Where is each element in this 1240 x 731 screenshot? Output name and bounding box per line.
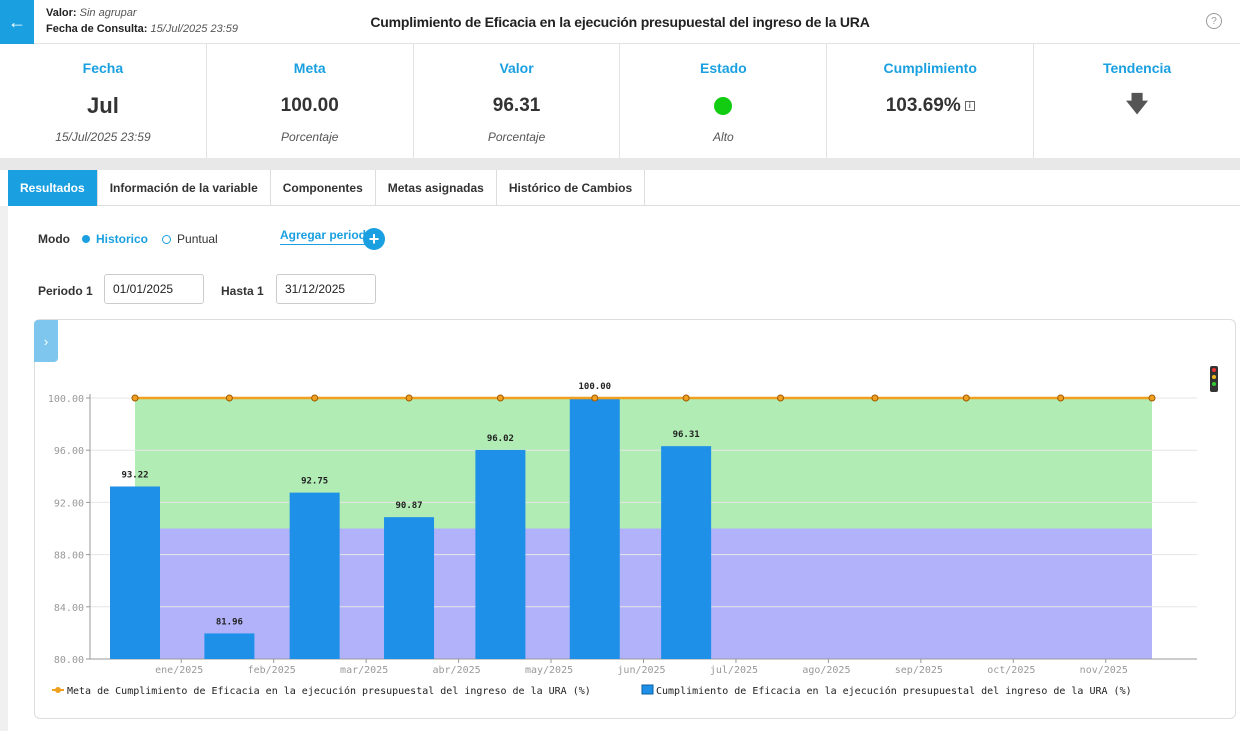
meta-point: [777, 394, 785, 402]
x-tick-label: feb/2025: [248, 665, 296, 676]
x-tick-label: mar/2025: [340, 665, 388, 676]
meta-point: [871, 394, 879, 402]
legend-meta-label: Meta de Cumplimiento de Eficacia en la e…: [67, 685, 591, 697]
legend-bar-swatch: [641, 684, 654, 695]
meta-point: [496, 394, 504, 402]
threshold-band-1: [135, 528, 1152, 659]
meta-point: [1057, 394, 1065, 402]
bar-data-label: 96.31: [673, 430, 700, 440]
legend-meta-marker: [55, 687, 61, 693]
meta-point: [131, 394, 139, 402]
bar: [569, 398, 620, 659]
x-tick-label: ago/2025: [802, 665, 850, 676]
meta-point: [311, 394, 319, 402]
legend-bar-label: Cumplimiento de Eficacia en la ejecución…: [656, 685, 1132, 697]
y-tick-label: 100.00: [48, 394, 84, 405]
x-tick-label: nov/2025: [1080, 665, 1128, 676]
bar: [661, 446, 712, 659]
bar-data-label: 93.22: [121, 470, 148, 480]
bar: [384, 517, 435, 659]
y-tick-label: 96.00: [54, 446, 84, 457]
x-tick-label: jun/2025: [617, 665, 665, 676]
meta-point: [225, 394, 233, 402]
x-tick-label: jul/2025: [710, 665, 758, 676]
bar: [475, 449, 526, 659]
threshold-band-0: [135, 398, 1152, 529]
bar-data-label: 96.02: [487, 434, 514, 444]
y-tick-label: 88.00: [54, 551, 84, 562]
meta-point: [1148, 394, 1156, 402]
y-tick-label: 84.00: [54, 603, 84, 614]
meta-point: [962, 394, 970, 402]
meta-point: [591, 394, 599, 402]
bar-data-label: 90.87: [395, 501, 422, 511]
x-tick-label: oct/2025: [987, 665, 1035, 676]
bar: [110, 486, 160, 659]
x-tick-label: abr/2025: [433, 665, 481, 676]
bar-chart: 100.00 96.00 92.00 88.00 84.00 80.00 ene/2025 f…: [48, 382, 1197, 697]
y-tick-label: 92.00: [54, 498, 84, 509]
bar: [289, 492, 340, 659]
x-tick-label: ene/2025: [155, 665, 203, 676]
x-tick-label: may/2025: [525, 665, 573, 676]
bar-data-label: 100.00: [579, 382, 612, 392]
x-tick-label: sep/2025: [895, 665, 943, 676]
bar: [204, 633, 255, 659]
meta-point: [682, 394, 690, 402]
meta-point: [405, 394, 413, 402]
bar-data-label: 92.75: [301, 477, 328, 487]
bar-data-label: 81.96: [216, 617, 243, 627]
y-tick-label: 80.00: [54, 655, 84, 666]
